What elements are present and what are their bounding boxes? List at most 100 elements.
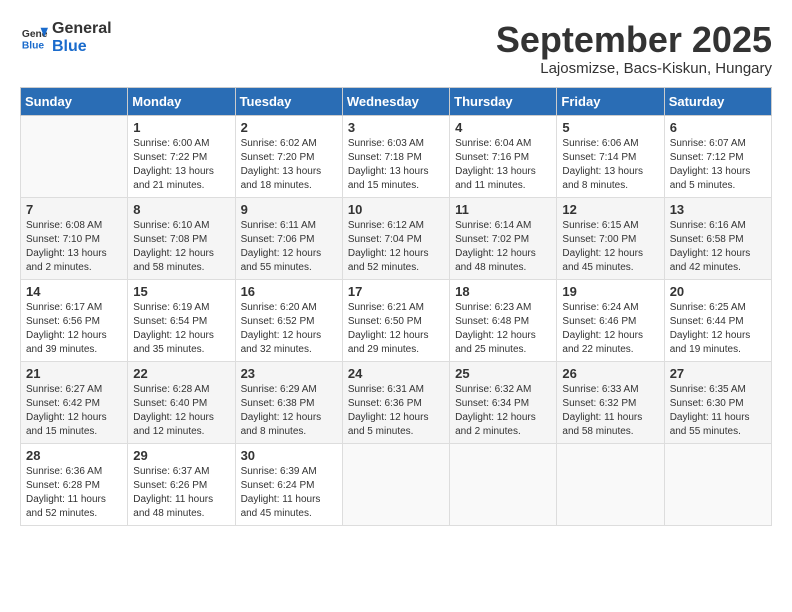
day-info: Sunrise: 6:15 AM Sunset: 7:00 PM Dayligh… bbox=[562, 219, 658, 275]
day-info: Sunrise: 6:04 AM Sunset: 7:16 PM Dayligh… bbox=[455, 137, 551, 193]
weekday-header-thursday: Thursday bbox=[450, 87, 557, 115]
day-info: Sunrise: 6:35 AM Sunset: 6:30 PM Dayligh… bbox=[670, 383, 766, 439]
calendar-cell: 6 Sunrise: 6:07 AM Sunset: 7:12 PM Daylig… bbox=[664, 115, 771, 197]
calendar-week-row: 1Sunrise: 6:00 AM Sunset: 7:22 PM Daylig… bbox=[21, 115, 772, 197]
day-number: 17 bbox=[348, 284, 444, 299]
day-number: 26 bbox=[562, 366, 658, 381]
calendar-cell: 18 Sunrise: 6:23 AM Sunset: 6:48 PM Dayli… bbox=[450, 279, 557, 361]
day-info: Sunrise: 6:19 AM Sunset: 6:54 PM Dayligh… bbox=[133, 301, 229, 357]
day-info: Sunrise: 6:06 AM Sunset: 7:14 PM Dayligh… bbox=[562, 137, 658, 193]
day-info: Sunrise: 6:33 AM Sunset: 6:32 PM Dayligh… bbox=[562, 383, 658, 439]
month-title: September 2025 bbox=[496, 20, 772, 60]
calendar-cell: 22 Sunrise: 6:28 AM Sunset: 6:40 PM Dayli… bbox=[128, 361, 235, 443]
day-info: Sunrise: 6:08 AM Sunset: 7:10 PM Dayligh… bbox=[26, 219, 122, 275]
day-info: Sunrise: 6:29 AM Sunset: 6:38 PM Dayligh… bbox=[241, 383, 337, 439]
day-info: Sunrise: 6:39 AM Sunset: 6:24 PM Dayligh… bbox=[241, 465, 337, 521]
day-number: 24 bbox=[348, 366, 444, 381]
calendar-table: SundayMondayTuesdayWednesdayThursdayFrid… bbox=[20, 87, 772, 526]
day-number: 19 bbox=[562, 284, 658, 299]
day-number: 20 bbox=[670, 284, 766, 299]
day-number: 30 bbox=[241, 448, 337, 463]
calendar-cell: 1Sunrise: 6:00 AM Sunset: 7:22 PM Daylig… bbox=[128, 115, 235, 197]
calendar-cell: 4 Sunrise: 6:04 AM Sunset: 7:16 PM Daylig… bbox=[450, 115, 557, 197]
calendar-header-row: SundayMondayTuesdayWednesdayThursdayFrid… bbox=[21, 87, 772, 115]
calendar-week-row: 14 Sunrise: 6:17 AM Sunset: 6:56 PM Dayli… bbox=[21, 279, 772, 361]
calendar-cell: 9Sunrise: 6:11 AM Sunset: 7:06 PM Daylig… bbox=[235, 197, 342, 279]
day-info: Sunrise: 6:20 AM Sunset: 6:52 PM Dayligh… bbox=[241, 301, 337, 357]
day-info: Sunrise: 6:24 AM Sunset: 6:46 PM Dayligh… bbox=[562, 301, 658, 357]
day-number: 28 bbox=[26, 448, 122, 463]
calendar-cell: 30 Sunrise: 6:39 AM Sunset: 6:24 PM Dayli… bbox=[235, 443, 342, 525]
day-info: Sunrise: 6:23 AM Sunset: 6:48 PM Dayligh… bbox=[455, 301, 551, 357]
calendar-cell: 3 Sunrise: 6:03 AM Sunset: 7:18 PM Daylig… bbox=[342, 115, 449, 197]
weekday-header-friday: Friday bbox=[557, 87, 664, 115]
day-info: Sunrise: 6:27 AM Sunset: 6:42 PM Dayligh… bbox=[26, 383, 122, 439]
calendar-cell: 29 Sunrise: 6:37 AM Sunset: 6:26 PM Dayli… bbox=[128, 443, 235, 525]
logo-blue: Blue bbox=[52, 38, 112, 56]
calendar-cell bbox=[664, 443, 771, 525]
calendar-cell: 11Sunrise: 6:14 AM Sunset: 7:02 PM Dayli… bbox=[450, 197, 557, 279]
day-info: Sunrise: 6:07 AM Sunset: 7:12 PM Dayligh… bbox=[670, 137, 766, 193]
header: General Blue General Blue September 2025… bbox=[20, 20, 772, 77]
day-info: Sunrise: 6:02 AM Sunset: 7:20 PM Dayligh… bbox=[241, 137, 337, 193]
calendar-cell: 20 Sunrise: 6:25 AM Sunset: 6:44 PM Dayli… bbox=[664, 279, 771, 361]
day-number: 18 bbox=[455, 284, 551, 299]
day-number: 7 bbox=[26, 202, 122, 217]
calendar-cell: 7 Sunrise: 6:08 AM Sunset: 7:10 PM Daylig… bbox=[21, 197, 128, 279]
day-number: 10 bbox=[348, 202, 444, 217]
calendar-cell: 10 Sunrise: 6:12 AM Sunset: 7:04 PM Dayli… bbox=[342, 197, 449, 279]
day-info: Sunrise: 6:36 AM Sunset: 6:28 PM Dayligh… bbox=[26, 465, 122, 521]
day-number: 27 bbox=[670, 366, 766, 381]
day-number: 1 bbox=[133, 120, 229, 135]
day-info: Sunrise: 6:25 AM Sunset: 6:44 PM Dayligh… bbox=[670, 301, 766, 357]
calendar-cell: 17 Sunrise: 6:21 AM Sunset: 6:50 PM Dayli… bbox=[342, 279, 449, 361]
day-info: Sunrise: 6:12 AM Sunset: 7:04 PM Dayligh… bbox=[348, 219, 444, 275]
day-info: Sunrise: 6:10 AM Sunset: 7:08 PM Dayligh… bbox=[133, 219, 229, 275]
calendar-cell: 14 Sunrise: 6:17 AM Sunset: 6:56 PM Dayli… bbox=[21, 279, 128, 361]
calendar-cell: 8Sunrise: 6:10 AM Sunset: 7:08 PM Daylig… bbox=[128, 197, 235, 279]
day-number: 23 bbox=[241, 366, 337, 381]
day-number: 3 bbox=[348, 120, 444, 135]
day-info: Sunrise: 6:37 AM Sunset: 6:26 PM Dayligh… bbox=[133, 465, 229, 521]
day-number: 16 bbox=[241, 284, 337, 299]
day-number: 21 bbox=[26, 366, 122, 381]
calendar-cell: 25 Sunrise: 6:32 AM Sunset: 6:34 PM Dayli… bbox=[450, 361, 557, 443]
day-info: Sunrise: 6:03 AM Sunset: 7:18 PM Dayligh… bbox=[348, 137, 444, 193]
calendar-cell bbox=[557, 443, 664, 525]
day-number: 12 bbox=[562, 202, 658, 217]
day-number: 29 bbox=[133, 448, 229, 463]
calendar-cell: 15 Sunrise: 6:19 AM Sunset: 6:54 PM Dayli… bbox=[128, 279, 235, 361]
day-number: 13 bbox=[670, 202, 766, 217]
svg-text:Blue: Blue bbox=[22, 40, 45, 51]
day-number: 14 bbox=[26, 284, 122, 299]
day-number: 6 bbox=[670, 120, 766, 135]
calendar-cell bbox=[342, 443, 449, 525]
day-number: 9 bbox=[241, 202, 337, 217]
calendar-week-row: 21 Sunrise: 6:27 AM Sunset: 6:42 PM Dayli… bbox=[21, 361, 772, 443]
day-info: Sunrise: 6:14 AM Sunset: 7:02 PM Dayligh… bbox=[455, 219, 551, 275]
day-info: Sunrise: 6:32 AM Sunset: 6:34 PM Dayligh… bbox=[455, 383, 551, 439]
calendar-week-row: 7 Sunrise: 6:08 AM Sunset: 7:10 PM Daylig… bbox=[21, 197, 772, 279]
weekday-header-saturday: Saturday bbox=[664, 87, 771, 115]
calendar-cell bbox=[21, 115, 128, 197]
calendar-week-row: 28 Sunrise: 6:36 AM Sunset: 6:28 PM Dayli… bbox=[21, 443, 772, 525]
weekday-header-sunday: Sunday bbox=[21, 87, 128, 115]
title-area: September 2025 Lajosmizse, Bacs-Kiskun, … bbox=[496, 20, 772, 77]
day-number: 2 bbox=[241, 120, 337, 135]
calendar-cell: 27 Sunrise: 6:35 AM Sunset: 6:30 PM Dayli… bbox=[664, 361, 771, 443]
location-title: Lajosmizse, Bacs-Kiskun, Hungary bbox=[496, 60, 772, 77]
weekday-header-monday: Monday bbox=[128, 87, 235, 115]
calendar-cell: 24Sunrise: 6:31 AM Sunset: 6:36 PM Dayli… bbox=[342, 361, 449, 443]
logo: General Blue General Blue bbox=[20, 20, 112, 55]
day-number: 4 bbox=[455, 120, 551, 135]
logo-icon: General Blue bbox=[20, 24, 48, 52]
day-number: 15 bbox=[133, 284, 229, 299]
logo-general: General bbox=[52, 20, 112, 38]
day-number: 22 bbox=[133, 366, 229, 381]
calendar-cell: 21 Sunrise: 6:27 AM Sunset: 6:42 PM Dayli… bbox=[21, 361, 128, 443]
day-info: Sunrise: 6:17 AM Sunset: 6:56 PM Dayligh… bbox=[26, 301, 122, 357]
day-info: Sunrise: 6:21 AM Sunset: 6:50 PM Dayligh… bbox=[348, 301, 444, 357]
day-number: 25 bbox=[455, 366, 551, 381]
weekday-header-wednesday: Wednesday bbox=[342, 87, 449, 115]
day-info: Sunrise: 6:28 AM Sunset: 6:40 PM Dayligh… bbox=[133, 383, 229, 439]
